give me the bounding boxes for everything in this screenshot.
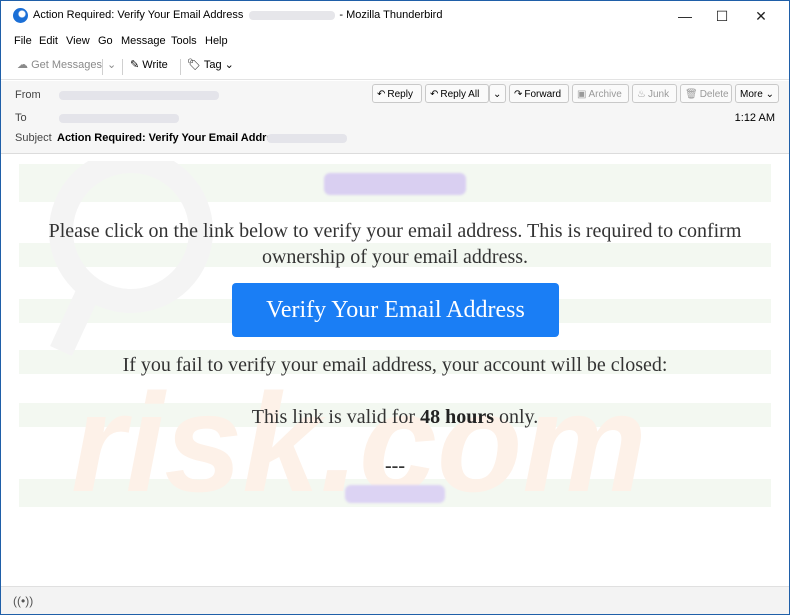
radio-waves-icon[interactable]: ((•)) [13,594,33,608]
archive-icon: ▣ [577,89,587,100]
redacted-subject [267,134,347,143]
redacted-recipient [59,114,179,123]
validity-duration: 48 hours [420,406,494,428]
forward-label: Forward [524,89,562,100]
tag-button[interactable]: 🏷 Tag ⌄ [187,58,234,71]
validity-text-end: only. [493,406,539,428]
pencil-icon: ✎ [130,59,140,71]
chevron-down-icon: ⌄ [762,89,774,100]
chevron-down-icon: ⌄ [224,59,234,71]
reply-button[interactable]: ↶ Reply [372,84,422,103]
menu-go[interactable]: Go [98,35,113,47]
body-paragraph-verify: Please click on the link below to verify… [48,220,742,268]
menu-view[interactable]: View [66,35,90,47]
thunderbird-window: Action Required: Verify Your Email Addre… [1,1,789,614]
window-title: Action Required: Verify Your Email Addre… [33,9,442,21]
minimize-button[interactable]: — [670,5,700,27]
reply-all-dropdown[interactable]: ⌄ [489,84,506,103]
toolbar-divider [180,59,181,75]
thunderbird-icon [13,8,28,23]
window-title-subject: Action Required: Verify Your Email Addre… [33,9,244,21]
more-label: More [740,89,763,100]
from-label: From [15,89,41,101]
archive-label: Archive [588,89,622,100]
menu-help[interactable]: Help [205,35,228,47]
reply-label: Reply [387,89,413,100]
menu-tools[interactable]: Tools [171,35,197,47]
signature-separator: --- [385,455,405,477]
delete-button[interactable]: 🗑 Delete [680,84,732,103]
tag-icon: 🏷 [187,59,201,71]
junk-label: Junk [647,89,670,100]
toolbar-divider [102,59,103,75]
redacted-logo [324,173,466,195]
maximize-button[interactable]: ☐ [707,5,737,27]
menu-edit[interactable]: Edit [39,35,58,47]
verify-email-button[interactable]: Verify Your Email Address [232,283,559,337]
reply-all-button[interactable]: ↶ Reply All [425,84,489,103]
message-time: 1:12 AM [734,112,775,124]
get-messages-button[interactable]: ☁ Get Messages [17,58,102,71]
subject-value: Action Required: Verify Your Email Addre… [57,132,285,144]
reply-all-label: Reply All [440,89,480,100]
body-paragraph-validity: This link is valid for 48 hours only. [19,404,771,430]
window-title-app: - Mozilla Thunderbird [339,9,443,21]
status-bar: ((•)) [1,586,789,614]
forward-button[interactable]: ↷ Forward [509,84,569,103]
trash-icon: 🗑 [685,89,698,100]
reply-icon: ↶ [377,89,386,100]
chevron-down-icon: ⌄ [107,59,117,71]
to-label: To [15,112,27,124]
redacted-text [249,10,336,20]
write-button[interactable]: ✎ Write [130,58,168,71]
more-button[interactable]: More ⌄ [735,84,779,103]
body-paragraph-warning: If you fail to verify your email address… [122,354,668,376]
flame-icon: ♨ [637,89,646,100]
menu-message[interactable]: Message [121,35,166,47]
main-toolbar: ☁ Get Messages ⌄ ✎ Write 🏷 Tag ⌄ [1,53,789,80]
redacted-sender [59,91,219,100]
toolbar-divider [122,59,123,75]
junk-button[interactable]: ♨ Junk [632,84,677,103]
write-label: Write [142,59,168,71]
archive-button[interactable]: ▣ Archive [572,84,629,103]
get-messages-label: Get Messages [31,59,102,71]
forward-icon: ↷ [514,89,523,100]
title-bar: Action Required: Verify Your Email Addre… [1,1,789,31]
reply-all-icon: ↶ [430,89,439,100]
redacted-signature [345,485,445,503]
delete-label: Delete [699,89,729,100]
validity-text-start: This link is valid for [251,406,421,428]
get-messages-dropdown[interactable]: ⌄ [107,58,116,71]
subject-label: Subject [15,132,52,144]
close-button[interactable]: ✕ [746,5,776,27]
chevron-down-icon: ⌄ [493,89,502,100]
message-header: From To Subject Action Required: Verify … [1,81,789,154]
menu-file[interactable]: File [14,35,32,47]
tag-label: Tag [203,59,222,71]
cloud-download-icon: ☁ [17,59,28,71]
